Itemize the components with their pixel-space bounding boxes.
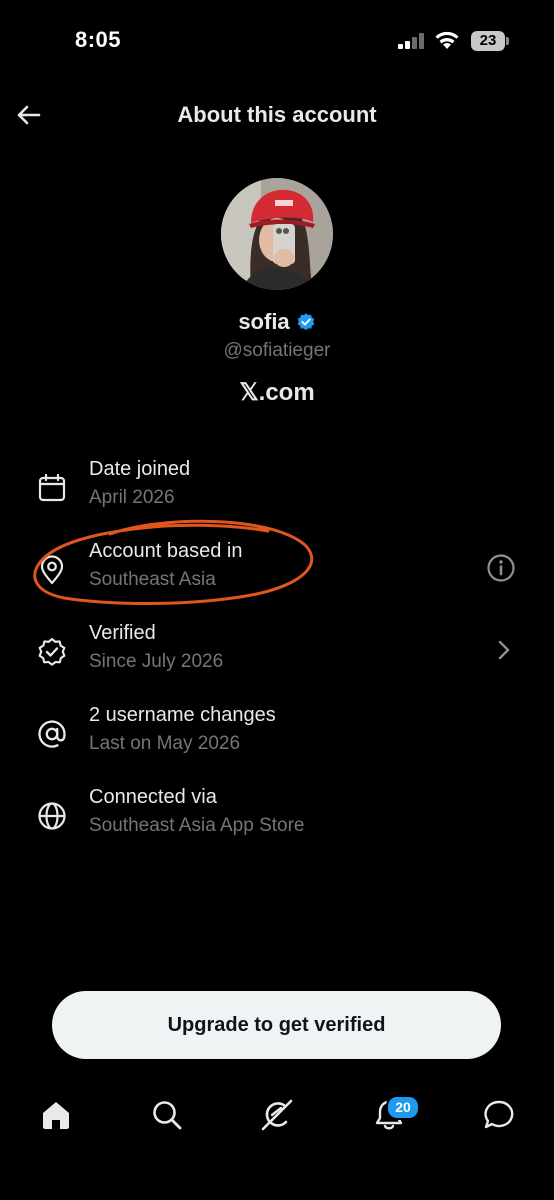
tab-grok[interactable] — [252, 1086, 302, 1146]
chevron-right-icon[interactable] — [488, 634, 520, 666]
notification-count-badge: 20 — [386, 1095, 420, 1120]
row-label: 2 username changes — [89, 704, 276, 726]
calendar-icon — [38, 473, 66, 502]
search-icon — [153, 1101, 182, 1130]
home-icon — [43, 1102, 69, 1129]
avatar[interactable] — [221, 178, 333, 290]
tab-messages[interactable] — [474, 1086, 524, 1146]
row-label: Account based in — [89, 540, 243, 562]
wifi-icon — [435, 31, 459, 49]
verified-badge-icon — [38, 637, 66, 666]
tab-notifications[interactable]: 20 — [364, 1086, 420, 1146]
row-value: Last on May 2026 — [89, 733, 241, 754]
info-icon[interactable] — [485, 552, 517, 584]
messages-icon — [484, 1100, 514, 1129]
tab-search[interactable] — [142, 1086, 192, 1146]
row-label: Connected via — [89, 786, 217, 808]
avatar-image — [221, 178, 333, 290]
row-label: Date joined — [89, 458, 191, 480]
page-title: About this account — [177, 102, 377, 127]
row-value: Southeast Asia App Store — [89, 815, 305, 836]
grok-icon — [261, 1099, 293, 1131]
info-row-verified[interactable]: Verified Since July 2026 — [0, 622, 554, 692]
info-row-date-joined: Date joined April 2026 — [0, 458, 554, 528]
at-sign-icon — [38, 720, 66, 748]
row-value: Southeast Asia — [89, 569, 216, 590]
status-bar: 8:05 23 — [0, 0, 554, 80]
info-row-username-changes: 2 username changes Last on May 2026 — [0, 704, 554, 774]
user-handle: @sofiatieger — [223, 340, 331, 361]
row-label: Verified — [89, 622, 156, 644]
row-value: April 2026 — [89, 487, 175, 508]
globe-icon — [38, 802, 66, 830]
info-row-account-based-in: Account based in Southeast Asia — [0, 540, 554, 610]
display-name: sofia — [238, 309, 290, 335]
verified-badge-icon — [297, 313, 315, 331]
bottom-tab-bar: 20 — [0, 1086, 554, 1146]
info-row-connected-via: Connected via Southeast Asia App Store — [0, 786, 554, 856]
display-name-row: sofia — [0, 308, 554, 335]
row-value: Since July 2026 — [89, 651, 224, 672]
status-time: 8:05 — [75, 27, 122, 52]
location-pin-icon — [40, 555, 64, 585]
upgrade-verified-button[interactable]: Upgrade to get verified — [52, 991, 501, 1059]
battery-nub — [506, 37, 509, 45]
cellular-signal-icon — [398, 33, 428, 49]
site-label: 𝕏.com — [239, 379, 315, 406]
battery-indicator: 23 — [471, 31, 505, 51]
header: About this account — [0, 88, 554, 142]
battery-level: 23 — [479, 32, 497, 49]
tab-home[interactable] — [31, 1086, 81, 1146]
